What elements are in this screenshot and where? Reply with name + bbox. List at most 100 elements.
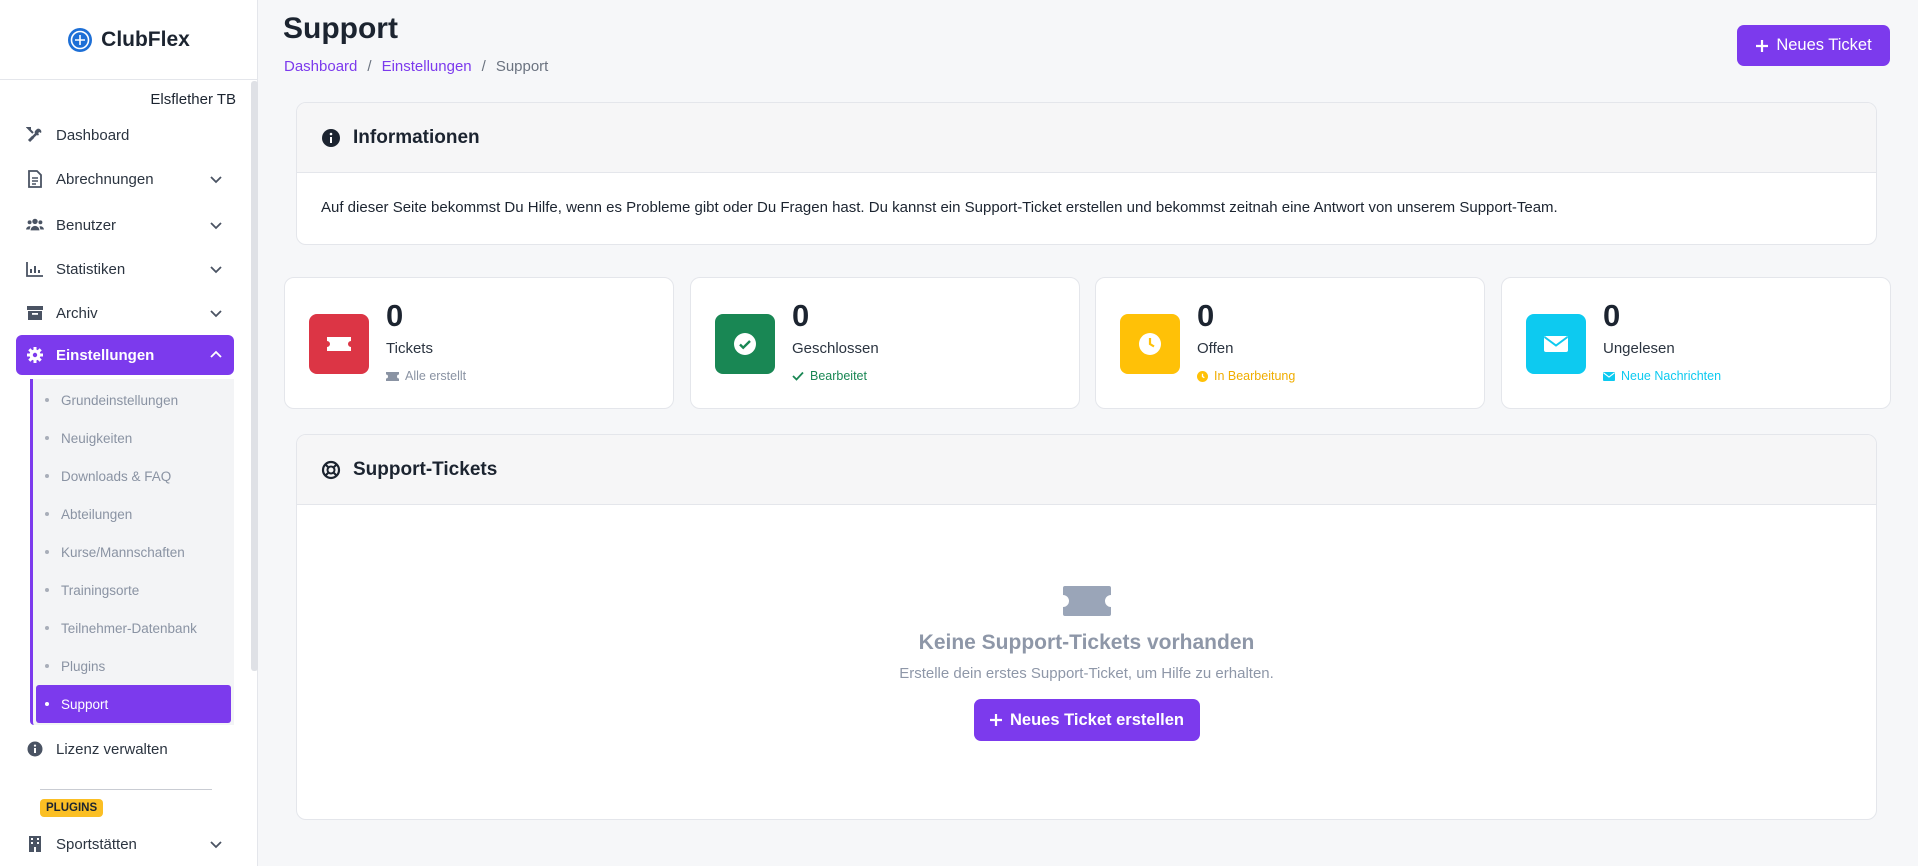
chart-icon: [26, 260, 44, 278]
stat-subtext-label: Bearbeitet: [810, 369, 867, 383]
create-ticket-button[interactable]: Neues Ticket erstellen: [973, 699, 1200, 741]
breadcrumb-einstellungen[interactable]: Einstellungen: [382, 58, 472, 75]
stat-subtext: Alle erstellt: [386, 369, 466, 383]
main-content: Support Dashboard / Einstellungen / Supp…: [259, 0, 1918, 866]
sidebar-item-statistiken[interactable]: Statistiken: [16, 247, 234, 291]
bullet-icon: [45, 550, 49, 554]
info-card-title: Informationen: [353, 126, 480, 148]
bullet-icon: [45, 398, 49, 402]
sidebar-divider: [40, 789, 212, 790]
subitem-trainingsorte[interactable]: Trainingsorte: [33, 571, 234, 609]
stat-subtext-label: Neue Nachrichten: [1621, 369, 1722, 383]
plus-icon: [990, 714, 1003, 726]
chevron-down-icon: [210, 841, 222, 849]
new-ticket-button[interactable]: Neues Ticket: [1737, 25, 1890, 66]
bullet-icon: [45, 474, 49, 478]
bullet-icon: [45, 664, 49, 668]
info-card-header: Informationen: [297, 103, 1876, 173]
stat-subtext: In Bearbeitung: [1197, 369, 1295, 383]
clock-icon: [1197, 370, 1208, 382]
stat-card-ungelesen: 0 Ungelesen Neue Nachrichten: [1501, 277, 1891, 409]
sidebar-item-abrechnungen[interactable]: Abrechnungen: [16, 157, 234, 201]
chevron-down-icon: [210, 176, 222, 184]
support-tickets-title: Support-Tickets: [353, 458, 498, 480]
support-tickets-header: Support-Tickets: [297, 435, 1876, 505]
sidebar-item-lizenz[interactable]: Lizenz verwalten: [16, 729, 234, 769]
breadcrumb: Dashboard / Einstellungen / Support: [284, 58, 548, 75]
breadcrumb-current: Support: [495, 58, 549, 75]
subitem-label: Neuigkeiten: [61, 430, 133, 446]
subitem-plugins[interactable]: Plugins: [33, 647, 234, 685]
sidebar-scrollbar[interactable]: [251, 81, 258, 671]
subitem-label: Plugins: [61, 658, 106, 674]
support-tickets-card: Support-Tickets Keine Support-Tickets vo…: [296, 434, 1877, 820]
stat-card-geschlossen: 0 Geschlossen Bearbeitet: [690, 277, 1080, 409]
stat-subtext: Bearbeitet: [792, 369, 867, 383]
bullet-icon: [45, 588, 49, 592]
subitem-label: Trainingsorte: [61, 582, 140, 598]
breadcrumb-separator: /: [481, 58, 486, 75]
stat-label: Offen: [1197, 340, 1234, 357]
stat-value: 0: [1603, 298, 1621, 333]
sidebar-item-label: Lizenz verwalten: [56, 740, 168, 758]
subitem-teilnehmer-datenbank[interactable]: Teilnehmer-Datenbank: [33, 609, 234, 647]
settings-submenu: Grundeinstellungen Neuigkeiten Downloads…: [30, 379, 234, 725]
sidebar-item-sportstaetten[interactable]: Sportstätten: [16, 825, 234, 863]
sidebar-item-label: Abrechnungen: [56, 170, 154, 188]
bullet-icon: [45, 512, 49, 516]
subitem-label: Teilnehmer-Datenbank: [61, 620, 197, 636]
stat-subtext-label: Alle erstellt: [405, 369, 467, 383]
create-ticket-label: Neues Ticket erstellen: [1010, 710, 1184, 729]
chevron-down-icon: [210, 310, 222, 318]
sidebar-item-label: Sportstätten: [56, 835, 137, 853]
envelope-icon: [1543, 336, 1569, 352]
subitem-abteilungen[interactable]: Abteilungen: [33, 495, 234, 533]
stat-value: 0: [1197, 298, 1215, 333]
subitem-downloads-faq[interactable]: Downloads & FAQ: [33, 457, 234, 495]
sidebar-item-label: Benutzer: [56, 216, 117, 234]
bullet-icon: [45, 702, 49, 706]
sidebar: ClubFlex Elsflether TB Dashboard Abrechn…: [0, 0, 258, 866]
life-ring-icon: [321, 460, 341, 479]
sidebar-item-label: Statistiken: [56, 260, 126, 278]
subitem-grundeinstellungen[interactable]: Grundeinstellungen: [33, 381, 234, 419]
stat-label: Ungelesen: [1603, 340, 1675, 357]
stat-icon-box: [309, 314, 369, 374]
check-icon: [792, 371, 804, 381]
clock-icon: [1139, 333, 1161, 355]
info-text: Auf dieser Seite bekommst Du Hilfe, wenn…: [321, 199, 1558, 216]
sidebar-nav: Elsflether TB Dashboard Abrechnungen Ben…: [0, 81, 250, 866]
subitem-kurse-mannschaften[interactable]: Kurse/Mannschaften: [33, 533, 234, 571]
stat-subtext: Neue Nachrichten: [1603, 369, 1721, 383]
chevron-down-icon: [210, 222, 222, 230]
stat-icon-box: [1120, 314, 1180, 374]
sidebar-item-einstellungen[interactable]: Einstellungen: [16, 335, 234, 375]
tools-icon: [26, 126, 44, 144]
brand[interactable]: ClubFlex: [0, 0, 257, 80]
brand-name: ClubFlex: [101, 27, 190, 51]
new-ticket-label: Neues Ticket: [1776, 36, 1872, 54]
breadcrumb-dashboard[interactable]: Dashboard: [284, 58, 357, 75]
plus-icon: [1756, 39, 1769, 52]
archive-icon: [26, 304, 44, 322]
subitem-support[interactable]: Support: [36, 685, 231, 723]
sidebar-item-label: Archiv: [56, 304, 98, 322]
ticket-icon: [327, 337, 351, 351]
logo-icon: [68, 27, 93, 52]
sidebar-item-label: Dashboard: [56, 126, 130, 144]
ticket-icon: [1062, 586, 1111, 616]
sidebar-item-dashboard[interactable]: Dashboard: [16, 113, 234, 157]
info-card: Informationen Auf dieser Seite bekommst …: [296, 102, 1877, 245]
stat-subtext-label: In Bearbeitung: [1214, 369, 1296, 383]
empty-state-title: Keine Support-Tickets vorhanden: [918, 631, 1255, 654]
envelope-icon: [1603, 371, 1615, 381]
sidebar-item-label: Einstellungen: [56, 346, 155, 364]
page-title: Support: [283, 12, 398, 45]
sidebar-item-archiv[interactable]: Archiv: [16, 291, 234, 335]
stat-label: Tickets: [386, 340, 433, 357]
stat-value: 0: [792, 298, 810, 333]
building-icon: [26, 835, 44, 853]
sidebar-item-benutzer[interactable]: Benutzer: [16, 203, 234, 247]
subitem-neuigkeiten[interactable]: Neuigkeiten: [33, 419, 234, 457]
plugins-badge: PLUGINS: [40, 799, 104, 817]
